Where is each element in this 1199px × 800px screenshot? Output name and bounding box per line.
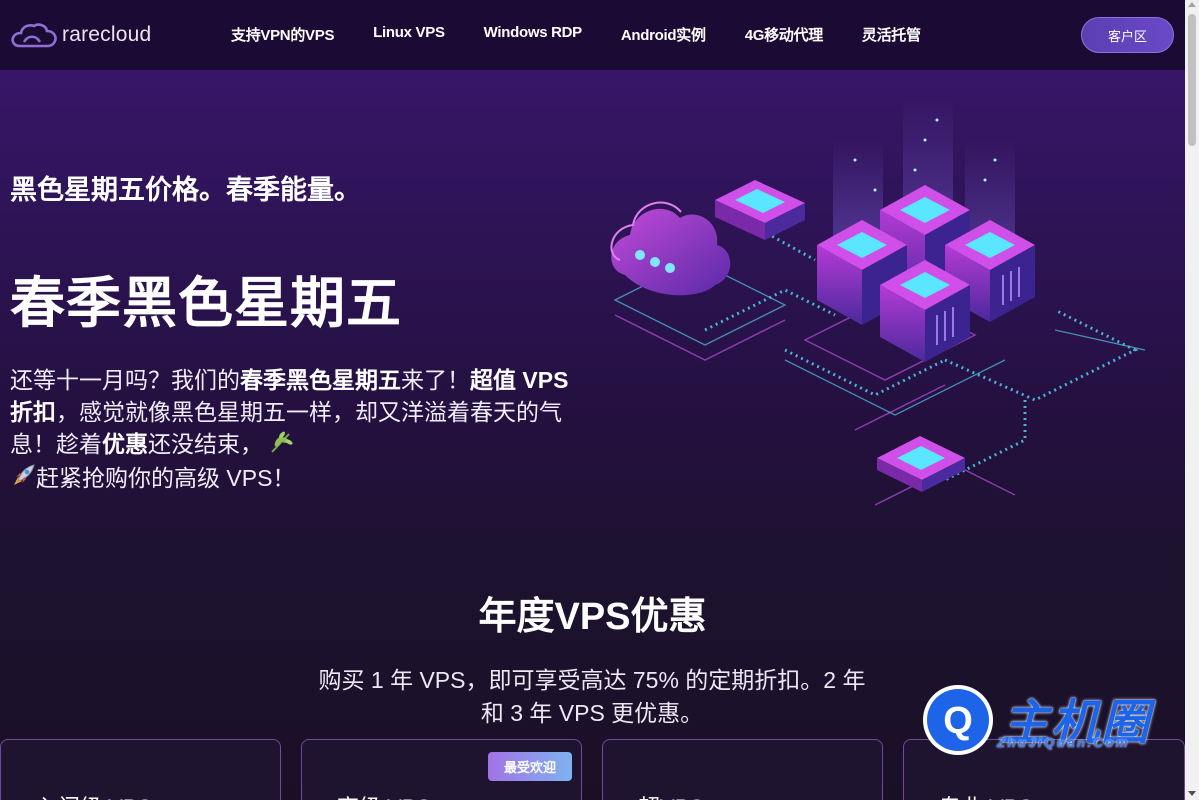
nav-4g-proxy[interactable]: 4G移动代理	[745, 24, 824, 45]
desc-bold: 春季黑色星期五	[240, 367, 401, 393]
servers-illustration-icon	[610, 100, 1146, 506]
server-cloud-illustration	[585, 100, 1160, 525]
nav-vpn-vps[interactable]: 支持VPN的VPS	[231, 24, 334, 45]
plan-card-title: 入门级 VPS	[36, 790, 152, 800]
plan-card-title: 专业 VPS	[939, 790, 1033, 800]
logo[interactable]: rarecloud	[10, 20, 151, 50]
desc-text: 还没结束，	[148, 431, 263, 457]
plan-card-title: 超VPS	[638, 790, 704, 800]
popular-badge: 最受欢迎	[488, 752, 572, 781]
watermark-letter: Q	[943, 700, 973, 742]
watermark-q-logo-icon: Q	[923, 685, 993, 755]
nav-linux-vps[interactable]: Linux VPS	[373, 24, 445, 45]
annual-section-description: 购买 1 年 VPS，即可享受高达 75% 的定期折扣。2 年和 3 年 VPS…	[318, 667, 866, 726]
hero-subtitle: 黑色星期五价格。春季能量。	[10, 175, 361, 205]
scroll-up-icon[interactable]	[1188, 2, 1196, 7]
nav-windows-rdp[interactable]: Windows RDP	[484, 24, 583, 45]
plan-card-starter[interactable]: 入门级 VPS	[0, 739, 281, 800]
page-scrollbar[interactable]	[1185, 0, 1199, 800]
desc-bold: 优惠	[102, 431, 148, 457]
cloud-logo-icon	[11, 23, 57, 48]
plan-card-title: 高级 VPS	[337, 790, 431, 800]
desc-text: 赶紧抢购你的高级 VPS！	[36, 464, 296, 491]
watermark-subtext: ZhuJiQuan.Com	[997, 735, 1130, 750]
main-nav: 支持VPN的VPS Linux VPS Windows RDP Android实…	[231, 24, 960, 45]
desc-text: 来了！	[401, 367, 470, 393]
plan-card-advanced[interactable]: 最受欢迎 高级 VPS	[301, 739, 582, 800]
hero-description: 还等十一月吗？我们的春季黑色星期五来了！超值 VPS 折扣，感觉就像黑色星期五一…	[10, 364, 570, 497]
plan-card-super[interactable]: 超VPS	[602, 739, 883, 800]
annual-section-title: 年度VPS优惠	[478, 596, 707, 638]
scroll-thumb[interactable]	[1188, 14, 1196, 146]
herb-icon	[269, 430, 295, 462]
rocket-icon	[10, 463, 36, 497]
nav-flexible-hosting[interactable]: 灵活托管	[862, 24, 921, 45]
site-header: rarecloud 支持VPN的VPS Linux VPS Windows RD…	[0, 0, 1185, 70]
scroll-down-icon[interactable]	[1188, 791, 1196, 796]
hero-title: 春季黑色星期五	[10, 272, 403, 334]
nav-android-instance[interactable]: Android实例	[621, 24, 706, 45]
watermark: Q 主机圈 ZhuJiQuan.Com	[921, 683, 1171, 763]
logo-text: rarecloud	[62, 23, 152, 46]
desc-text: 还等十一月吗？我们的	[10, 367, 240, 393]
client-area-button[interactable]: 客户区	[1081, 17, 1174, 53]
